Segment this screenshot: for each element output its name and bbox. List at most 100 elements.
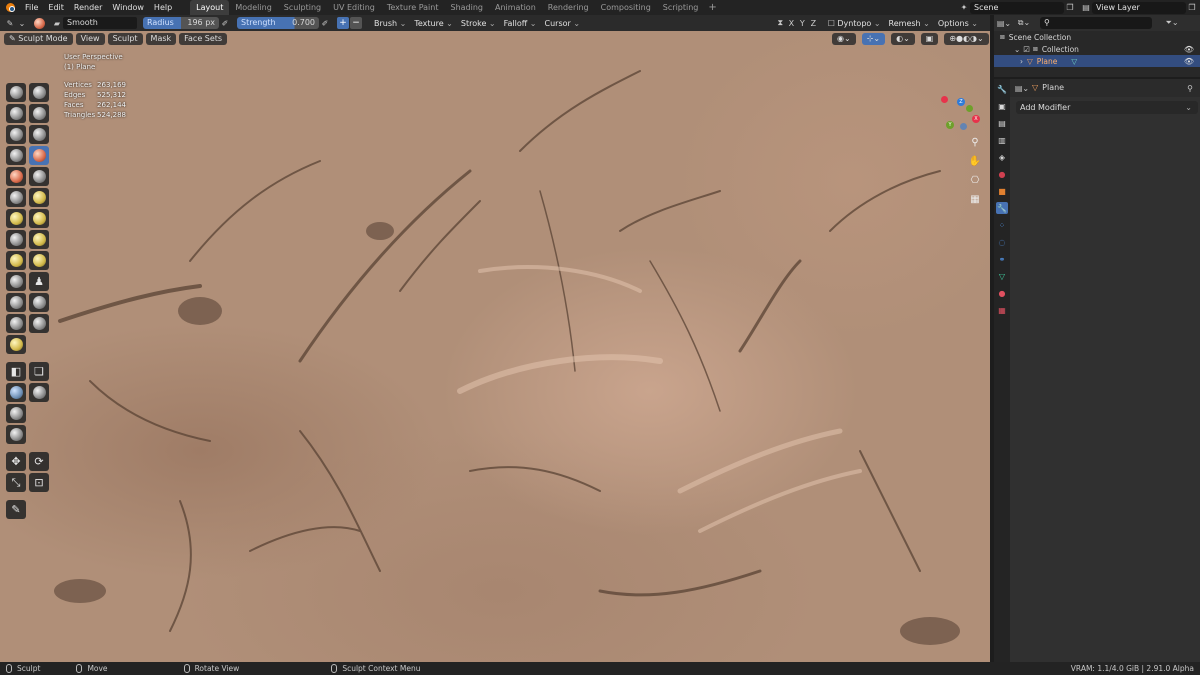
crease-brush-tool[interactable] (29, 167, 49, 186)
view-layer-field[interactable]: View Layer (1092, 1, 1186, 14)
outliner-row-collection[interactable]: ⌄ ☑ ⧈ Collection 👁 (994, 43, 1200, 55)
gizmo-z-negative-icon[interactable] (960, 123, 967, 130)
clay-brush-tool[interactable] (6, 104, 26, 123)
tab-texture-paint[interactable]: Texture Paint (381, 0, 445, 15)
options-dropdown[interactable]: Options (938, 19, 978, 28)
perspective-grid-icon[interactable]: ▦ (968, 192, 982, 206)
data-tab-icon[interactable]: ▽ (996, 270, 1008, 282)
outliner-row-plane[interactable]: › ▽ Plane ▽ 👁 (994, 55, 1200, 67)
pan-hand-icon[interactable]: ✋ (968, 154, 982, 168)
tab-sculpting[interactable]: Sculpting (278, 0, 327, 15)
constraints-tab-icon[interactable]: ⚭ (996, 253, 1008, 265)
menu-file[interactable]: File (25, 3, 38, 12)
menu-window[interactable]: Window (112, 3, 144, 12)
material-tab-icon[interactable]: ● (996, 287, 1008, 299)
annotate-tool[interactable]: ✎ (6, 500, 26, 519)
outliner-row-scene-collection[interactable]: ⧈ Scene Collection (994, 31, 1200, 43)
tab-animation[interactable]: Animation (489, 0, 542, 15)
gizmo-x-negative-icon[interactable] (941, 96, 948, 103)
dyntopo-dropdown[interactable]: Dyntopo (837, 19, 880, 28)
draw-face-sets-tool[interactable] (6, 383, 26, 402)
scene-tab-icon[interactable]: ◈ (996, 151, 1008, 163)
scene-field[interactable]: Scene (970, 1, 1064, 14)
mask-brush-tool[interactable]: ◧ (6, 362, 26, 381)
display-mode-icon[interactable]: ⧉⌄ (1018, 17, 1030, 29)
radius-slider[interactable]: Radius 196 px (143, 17, 219, 29)
tab-rendering[interactable]: Rendering (542, 0, 595, 15)
blender-logo-icon[interactable] (4, 2, 17, 13)
thumb-brush-tool[interactable] (6, 272, 26, 291)
gizmo-y-negative-icon[interactable] (966, 105, 973, 112)
tab-compositing[interactable]: Compositing (595, 0, 657, 15)
editor-type-icon[interactable]: ▤⌄ (1015, 82, 1029, 94)
gizmo-toggle-icon[interactable]: ⊹⌄ (861, 33, 886, 45)
elastic-deform-brush-tool[interactable] (6, 251, 26, 270)
mirror-y-toggle[interactable]: Y (797, 19, 807, 28)
navigation-gizmo[interactable]: Z X Y (938, 93, 982, 133)
copy-icon[interactable]: ❐ (1186, 2, 1198, 14)
view-layer-icon[interactable]: ▤ (1080, 2, 1092, 14)
shading-modes-icon[interactable]: ⊕●◐◑⌄ (944, 33, 989, 45)
dyntopo-checkbox[interactable]: ☐ (825, 17, 837, 29)
flatten-brush-tool[interactable] (6, 188, 26, 207)
visibility-eye-icon[interactable]: 👁 (1184, 45, 1194, 54)
expand-icon[interactable]: ⌄ (1014, 45, 1020, 54)
nudge-brush-tool[interactable] (6, 293, 26, 312)
layer-brush-tool[interactable] (29, 125, 49, 144)
box-trim-tool[interactable] (6, 404, 26, 423)
direction-subtract-button[interactable]: − (350, 17, 362, 29)
view-menu[interactable]: View (75, 32, 105, 45)
brush-dropdown[interactable]: Brush (374, 19, 406, 28)
transform-tool[interactable]: ⊡ (29, 473, 49, 492)
xray-icon[interactable]: ▣ (920, 33, 939, 45)
world-tab-icon[interactable]: ● (996, 168, 1008, 180)
expand-icon[interactable]: › (1020, 57, 1023, 66)
camera-icon[interactable]: ⎔ (968, 173, 982, 187)
particles-tab-icon[interactable]: ⁘ (996, 219, 1008, 231)
move-tool[interactable]: ✥ (6, 452, 26, 471)
cursor-dropdown[interactable]: Cursor (545, 19, 581, 28)
blob-brush-tool[interactable] (6, 167, 26, 186)
scene-icon[interactable]: ✦ (958, 2, 970, 14)
copy-icon[interactable]: ❐ (1064, 2, 1076, 14)
tab-layout[interactable]: Layout (190, 0, 230, 15)
overlays-icon[interactable]: ◐⌄ (891, 33, 915, 45)
add-workspace-button[interactable]: + (704, 2, 720, 13)
texture-tab-icon[interactable]: ▦ (996, 304, 1008, 316)
pressure-pen-icon[interactable]: ✐ (319, 17, 331, 29)
tab-scripting[interactable]: Scripting (657, 0, 705, 15)
tool-tab-icon[interactable]: 🔧 (996, 83, 1008, 95)
clay-strips-brush-tool[interactable] (29, 104, 49, 123)
scale-tool[interactable]: ⤡ (6, 473, 26, 492)
draw-brush-tool[interactable] (6, 83, 26, 102)
gizmo-y-axis-icon[interactable]: Y (946, 121, 954, 129)
menu-edit[interactable]: Edit (48, 3, 64, 12)
pose-brush-tool[interactable]: ♟ (29, 272, 49, 291)
remesh-dropdown[interactable]: Remesh (889, 19, 930, 28)
render-tab-icon[interactable]: ▣ (996, 100, 1008, 112)
menu-help[interactable]: Help (154, 3, 172, 12)
3d-viewport[interactable]: ✎ Sculpt Mode View Sculpt Mask Face Sets… (0, 31, 990, 662)
pressure-pen-icon[interactable]: ✐ (219, 17, 231, 29)
mesh-filter-tool[interactable] (6, 425, 26, 444)
outliner-search-input[interactable]: ⚲ (1040, 17, 1152, 29)
draw-sharp-brush-tool[interactable] (29, 83, 49, 102)
editor-type-icon[interactable]: ▤⌄ (997, 17, 1011, 29)
tab-shading[interactable]: Shading (444, 0, 489, 15)
multiplane-scrape-brush-tool[interactable] (29, 209, 49, 228)
fill-brush-tool[interactable] (29, 188, 49, 207)
pinch-brush-tool[interactable] (6, 230, 26, 249)
visibility-icon[interactable]: ◉⌄ (832, 33, 856, 45)
add-modifier-button[interactable]: Add Modifier (1016, 101, 1198, 114)
visibility-eye-icon[interactable]: 👁 (1184, 57, 1194, 66)
rotate-tool[interactable]: ⟳ (29, 452, 49, 471)
brush-preview-icon[interactable] (34, 17, 45, 29)
sculpt-tool-icon[interactable]: ✎ (4, 17, 16, 29)
boundary-brush-tool[interactable] (29, 314, 49, 333)
mode-selector[interactable]: ✎ Sculpt Mode (4, 32, 73, 45)
stroke-dropdown[interactable]: Stroke (461, 19, 496, 28)
view-layer-tab-icon[interactable]: ▥ (996, 134, 1008, 146)
checkbox-icon[interactable]: ☑ (1023, 45, 1030, 54)
direction-add-button[interactable]: + (337, 17, 349, 29)
smooth-brush-tool[interactable] (29, 146, 49, 165)
